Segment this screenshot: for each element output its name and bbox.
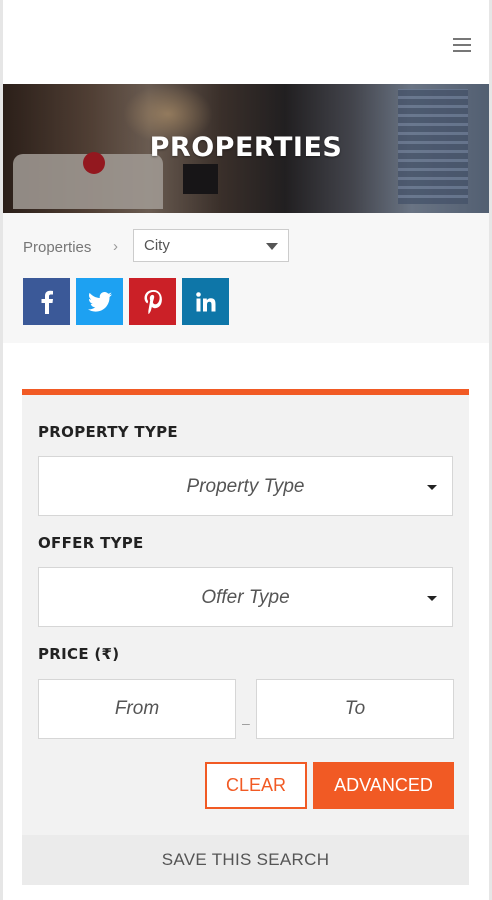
hamburger-menu-icon[interactable] [453, 38, 471, 52]
pinterest-share-button[interactable] [129, 278, 176, 325]
clear-button[interactable]: CLEAR [205, 762, 307, 809]
advanced-button[interactable]: ADVANCED [313, 762, 454, 809]
property-type-select[interactable]: Property Type [38, 456, 453, 516]
linkedin-icon [195, 291, 215, 311]
property-search-panel: PROPERTY TYPE Property Type OFFER TYPE O… [22, 389, 469, 885]
linkedin-share-button[interactable] [182, 278, 229, 325]
save-search-button[interactable]: SAVE THIS SEARCH [22, 835, 469, 885]
caret-down-icon [427, 485, 437, 490]
pinterest-icon [144, 289, 162, 314]
offer-type-value: Offer Type [201, 587, 290, 608]
breadcrumb: Properties › City [3, 213, 489, 343]
offer-type-select[interactable]: Offer Type [38, 567, 453, 627]
facebook-share-button[interactable] [23, 278, 70, 325]
price-label: PRICE (₹) [38, 645, 120, 663]
price-from-input[interactable] [38, 679, 236, 739]
breadcrumb-home-link[interactable]: Properties [23, 239, 91, 256]
chevron-down-icon [266, 243, 278, 250]
property-type-label: PROPERTY TYPE [38, 423, 178, 441]
twitter-share-button[interactable] [76, 278, 123, 325]
price-range-separator: – [242, 715, 250, 731]
caret-down-icon [427, 596, 437, 601]
price-to-input[interactable] [256, 679, 454, 739]
hero-banner: PROPERTIES [3, 84, 489, 213]
twitter-icon [87, 291, 112, 312]
city-select[interactable]: City [133, 229, 289, 262]
facebook-icon [41, 290, 53, 314]
breadcrumb-separator: › [113, 238, 118, 255]
city-select-value: City [144, 237, 170, 254]
property-type-value: Property Type [186, 476, 305, 497]
page-title: PROPERTIES [149, 132, 343, 163]
offer-type-label: OFFER TYPE [38, 534, 144, 552]
top-bar [3, 0, 489, 84]
